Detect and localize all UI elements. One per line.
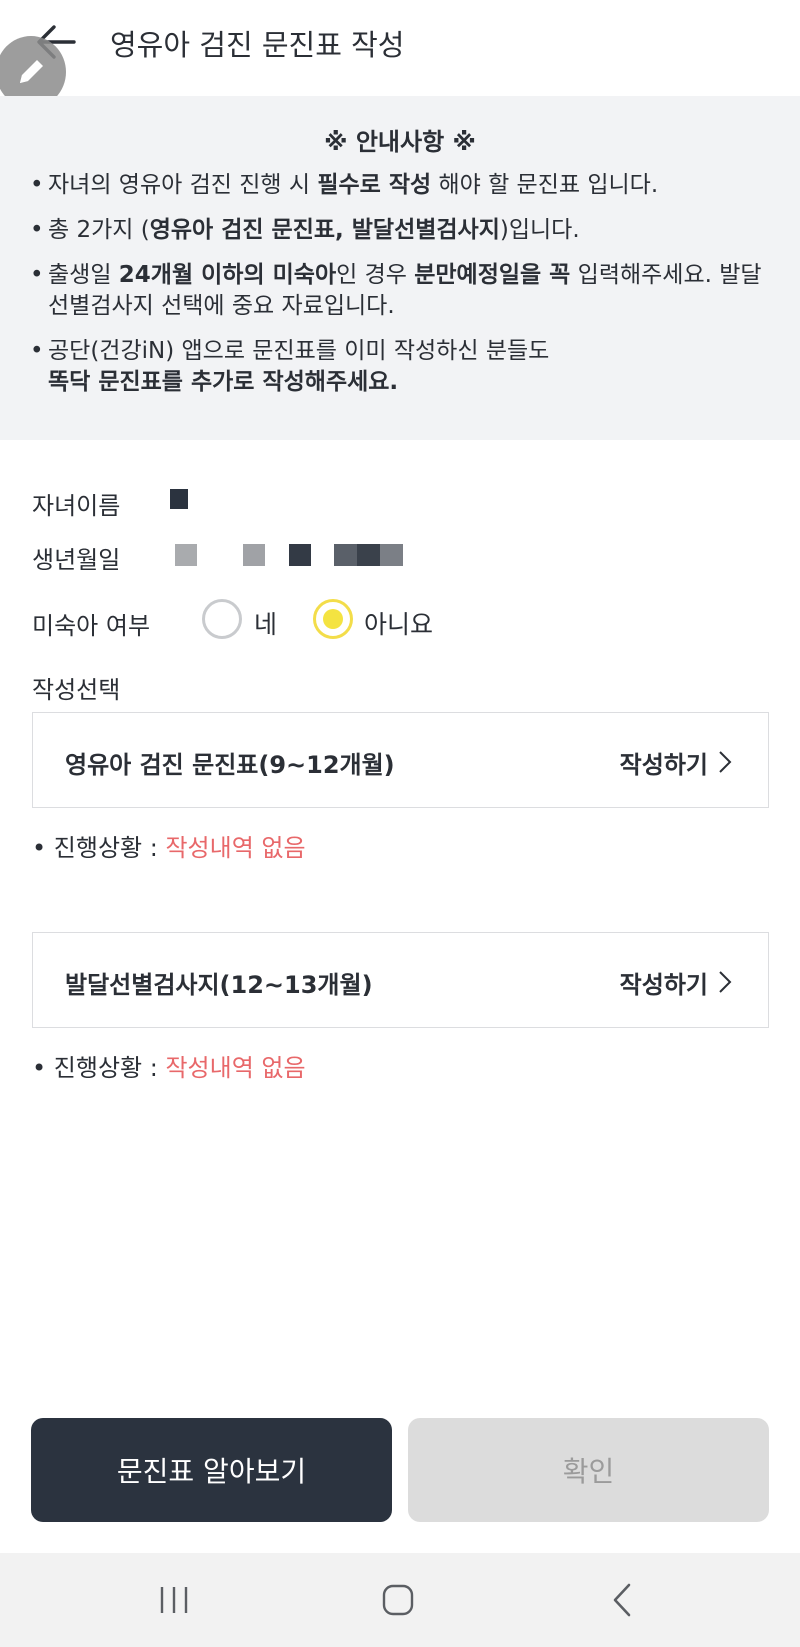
child-name-label: 자녀이름	[32, 492, 121, 520]
system-nav-bar	[0, 1553, 800, 1647]
notice-item: 총 2가지 (영유아 검진 문진표, 발달선별검사지)입니다.	[30, 215, 770, 246]
premature-yes-label: 네	[254, 610, 278, 639]
card-title: 영유아 검진 문진표(9~12개월)	[65, 751, 395, 779]
write-button[interactable]: 작성하기	[620, 965, 708, 1000]
status-value: 작성내역 없음	[165, 834, 306, 862]
notice-item: 출생일 24개월 이하의 미숙아인 경우 분만예정일을 꼭 입력해주세요. 발달…	[30, 260, 770, 322]
learn-questionnaire-button[interactable]: 문진표 알아보기	[31, 1418, 392, 1522]
recent-apps-button[interactable]	[144, 1575, 204, 1625]
progress-status: • 진행상황 : 작성내역 없음	[32, 834, 306, 862]
page-title: 영유아 검진 문진표 작성	[110, 28, 405, 62]
home-icon	[382, 1584, 414, 1616]
premature-no-radio[interactable]	[313, 599, 353, 639]
questionnaire-card-infant[interactable]: 영유아 검진 문진표(9~12개월) 작성하기	[32, 712, 769, 808]
status-value: 작성내역 없음	[165, 1054, 306, 1082]
notice-title: ※ 안내사항 ※	[324, 128, 476, 156]
chevron-left-icon	[613, 1583, 631, 1617]
premature-yes-radio[interactable]	[202, 599, 242, 639]
notice-item: 자녀의 영유아 검진 진행 시 필수로 작성 해야 할 문진표 입니다.	[30, 170, 770, 201]
write-button[interactable]: 작성하기	[620, 745, 708, 780]
chevron-right-icon	[719, 751, 732, 773]
system-back-button[interactable]	[592, 1575, 652, 1625]
questionnaire-card-development[interactable]: 발달선별검사지(12~13개월) 작성하기	[32, 932, 769, 1028]
notice-list: 자녀의 영유아 검진 진행 시 필수로 작성 해야 할 문진표 입니다. 총 2…	[30, 170, 770, 412]
child-name-redacted	[170, 489, 188, 509]
select-label: 작성선택	[32, 676, 121, 704]
chevron-right-icon	[719, 971, 732, 993]
notice-item: 공단(건강iN) 앱으로 문진표를 이미 작성하신 분들도똑닥 문진표를 추가로…	[30, 336, 770, 398]
notice-panel: ※ 안내사항 ※ 자녀의 영유아 검진 진행 시 필수로 작성 해야 할 문진표…	[0, 96, 800, 440]
recent-apps-icon	[160, 1587, 188, 1613]
confirm-button[interactable]: 확인	[408, 1418, 769, 1522]
progress-status: • 진행상황 : 작성내역 없음	[32, 1054, 306, 1082]
birthdate-label: 생년월일	[32, 546, 121, 574]
premature-no-label: 아니요	[364, 610, 434, 639]
premature-label: 미숙아 여부	[32, 612, 151, 640]
app-bar: 영유아 검진 문진표 작성	[0, 0, 800, 92]
home-button[interactable]	[368, 1575, 428, 1625]
pencil-icon	[20, 60, 43, 83]
card-title: 발달선별검사지(12~13개월)	[65, 971, 373, 999]
